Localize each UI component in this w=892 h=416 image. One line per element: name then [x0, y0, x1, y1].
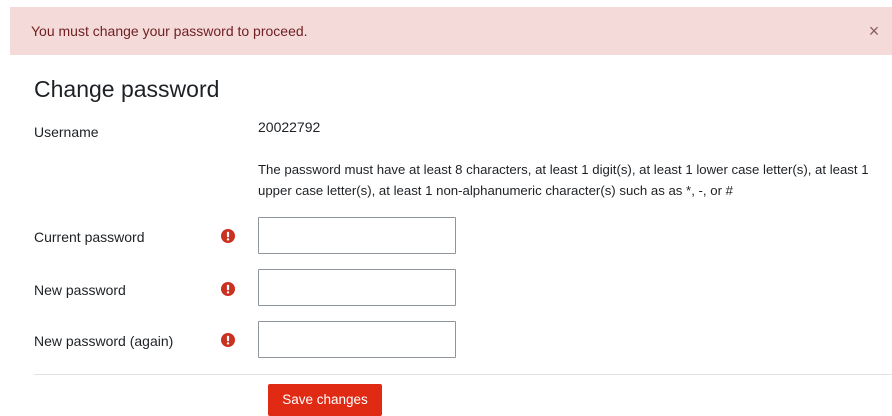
username-label: Username: [34, 124, 99, 140]
password-change-alert: You must change your password to proceed…: [10, 7, 892, 55]
password-policy-text: The password must have at least 8 charac…: [258, 162, 869, 198]
exclamation-circle-icon: [221, 282, 235, 296]
current-password-label: Current password: [34, 229, 145, 245]
new-password-again-label: New password (again): [34, 333, 174, 349]
alert-message: You must change your password to proceed…: [31, 23, 308, 39]
current-password-input[interactable]: [258, 217, 456, 254]
exclamation-circle-icon: [221, 229, 235, 243]
new-password-input[interactable]: [258, 269, 456, 306]
close-icon[interactable]: ×: [865, 20, 883, 42]
username-value: 20022792: [258, 119, 321, 135]
form-divider: [34, 374, 892, 375]
new-password-again-input[interactable]: [258, 321, 456, 358]
save-changes-button[interactable]: Save changes: [268, 384, 382, 416]
new-password-label: New password: [34, 282, 126, 298]
exclamation-circle-icon: [221, 333, 235, 347]
page-title: Change password: [34, 76, 220, 102]
